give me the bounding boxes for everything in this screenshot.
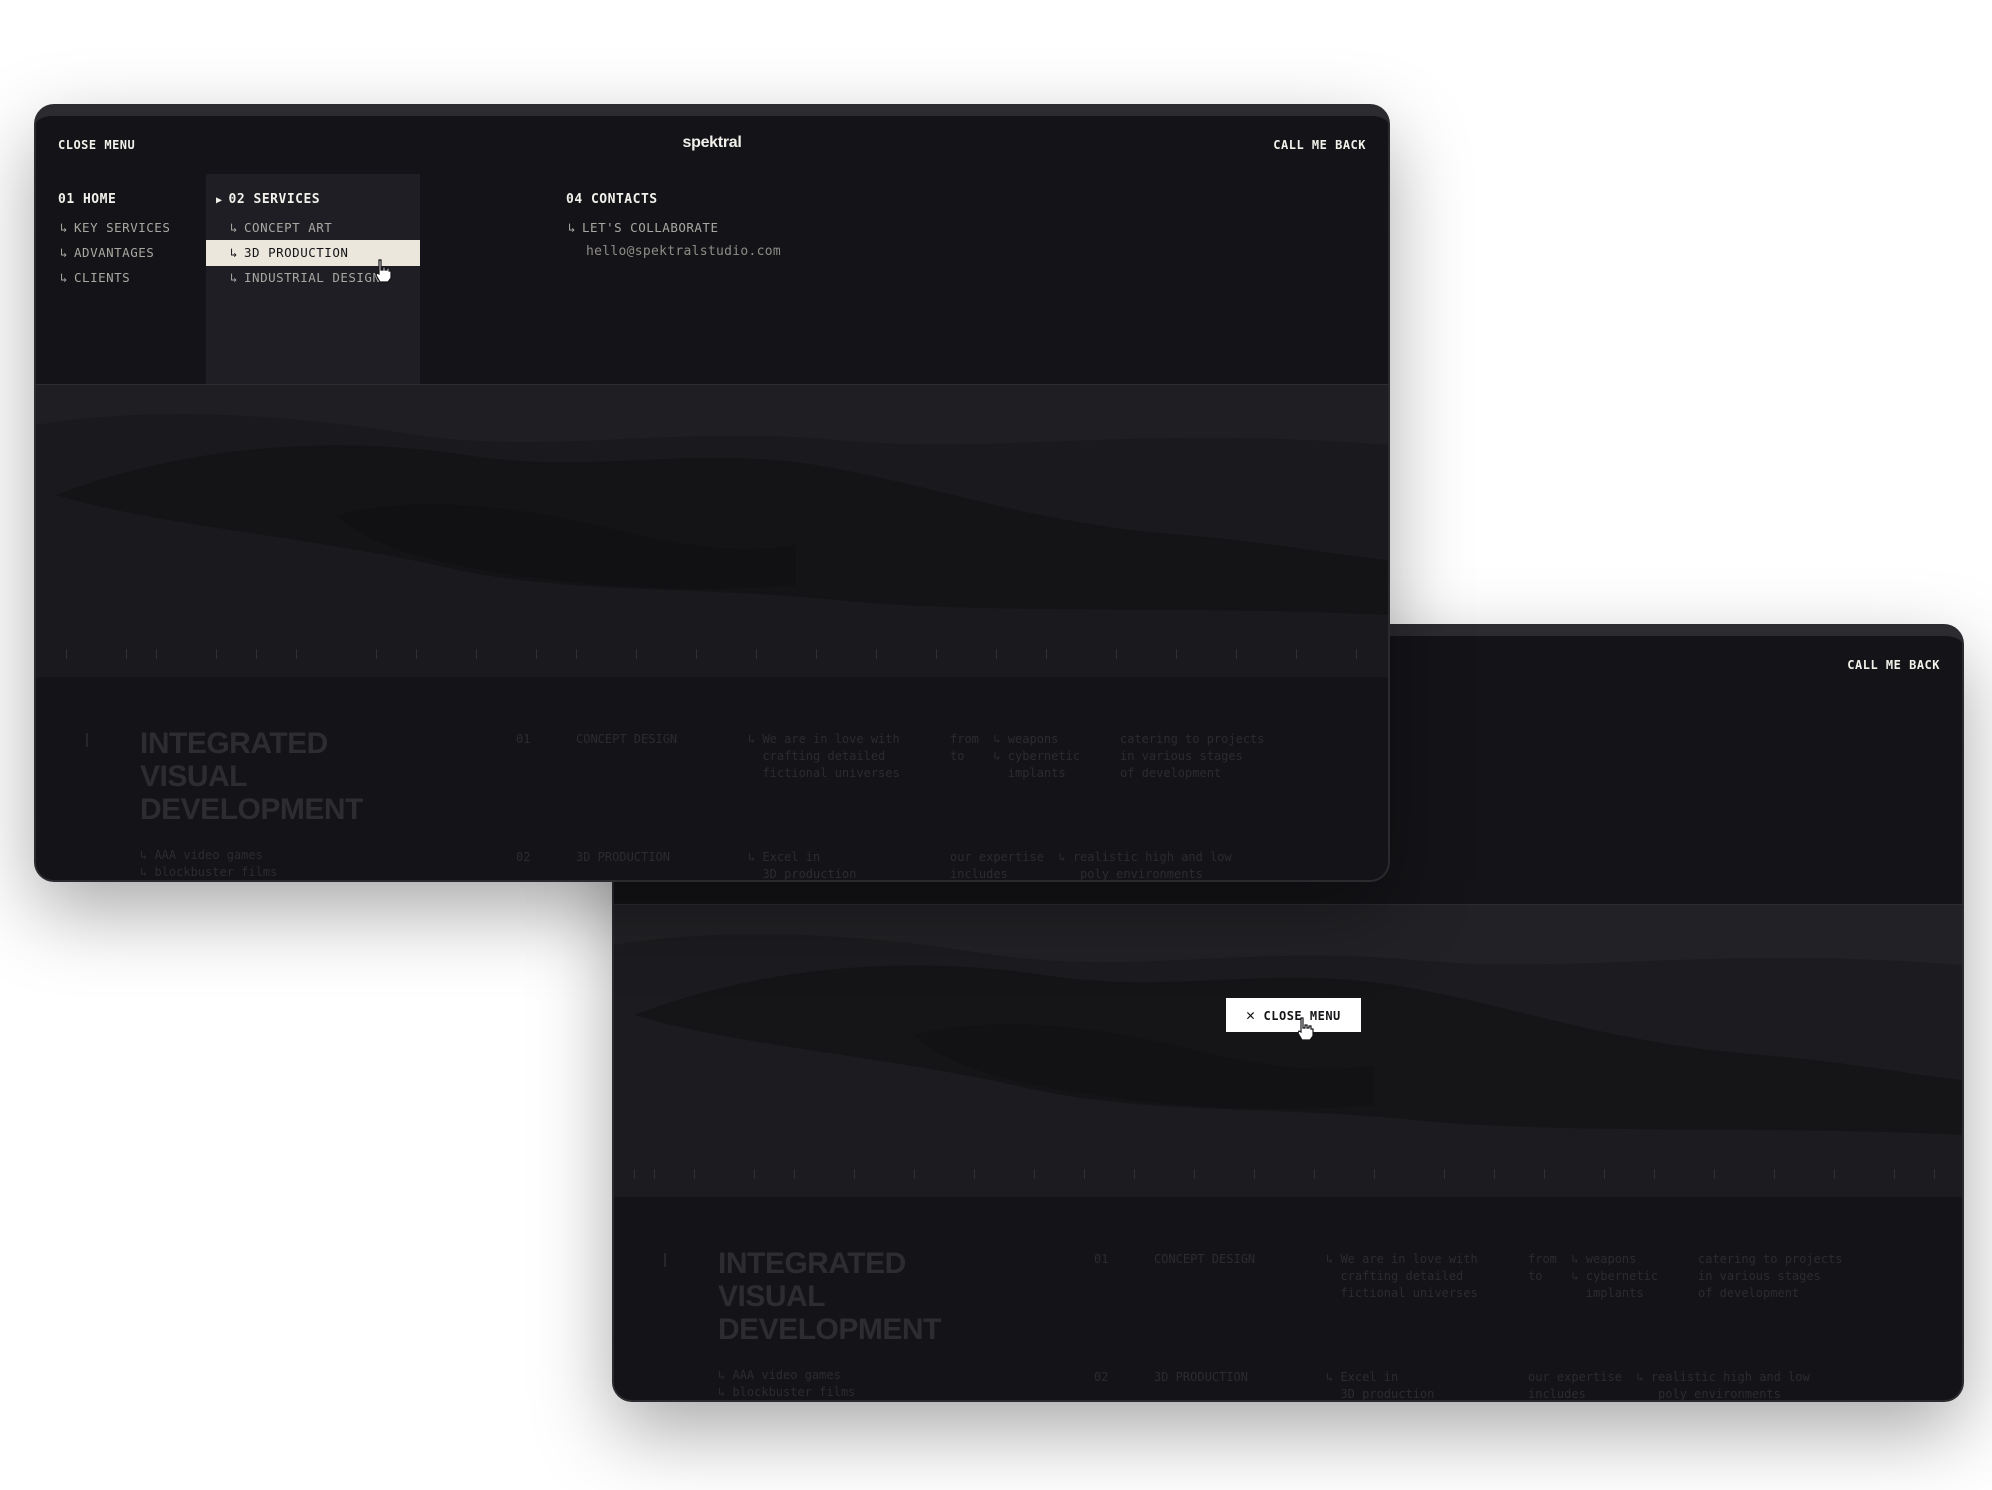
nav-lets-collaborate[interactable]: ↳ LET'S COLLABORATE (568, 220, 718, 235)
row-desc: ↳ Excel in 3D production (748, 850, 857, 880)
row-num: 02 (1094, 1370, 1109, 1384)
triangle-right-icon: ▶ (216, 195, 223, 206)
section-subtitle: ↳ AAA video games ↳ blockbuster films (140, 848, 278, 879)
window-menu-open: CLOSE MENU spektral CALL ME BACK 01 HOME… (36, 106, 1388, 880)
nav-key-services[interactable]: ↳ KEY SERVICES (60, 220, 170, 235)
nav-industrial-design[interactable]: ↳ INDUSTRIAL DESIGN (230, 270, 380, 285)
services-section: INTEGRATED VISUAL DEVELOPMENT ↳ AAA video … (614, 1197, 1962, 1400)
row-name: CONCEPT DESIGN (576, 732, 678, 746)
contact-email-link[interactable]: hello@spektralstudio.com (586, 244, 781, 259)
close-icon: ✕ (1246, 1006, 1256, 1024)
brand-logo[interactable]: spektral (683, 134, 742, 152)
row-range: our expertise ↳ realistic high and low i… (1528, 1370, 1810, 1400)
section-marker (664, 1253, 666, 1267)
hero-image (614, 905, 1962, 1197)
row-num: 02 (516, 850, 531, 864)
row-desc: ↳ We are in love with crafting detailed … (748, 732, 900, 780)
call-me-back-link[interactable]: CALL ME BACK (1847, 658, 1940, 672)
section-title: INTEGRATED VISUAL DEVELOPMENT (140, 727, 363, 826)
section-title: INTEGRATED VISUAL DEVELOPMENT (718, 1247, 941, 1346)
row-range: from ↳ weapons to ↳ cybernetic implants (1528, 1252, 1659, 1300)
row-range: from ↳ weapons to ↳ cybernetic implants (950, 732, 1081, 780)
nav-home[interactable]: 01 HOME (58, 192, 116, 207)
row-name: 3D PRODUCTION (576, 850, 670, 864)
nav-concept-art[interactable]: ↳ CONCEPT ART (230, 220, 332, 235)
nav-contacts[interactable]: 04 CONTACTS (566, 192, 658, 207)
row-note: catering to projects in various stages o… (1698, 1252, 1843, 1300)
services-section: INTEGRATED VISUAL DEVELOPMENT ↳ AAA video … (36, 677, 1388, 880)
row-num: 01 (516, 732, 531, 746)
hero-image (36, 385, 1388, 677)
row-range: our expertise ↳ realistic high and low i… (950, 850, 1232, 880)
nav-services[interactable]: ▶ 02 SERVICES (216, 192, 320, 207)
hand-cursor-icon (375, 259, 392, 283)
top-bar: CLOSE MENU spektral CALL ME BACK (36, 116, 1388, 175)
row-name: 3D PRODUCTION (1154, 1370, 1248, 1384)
nav-advantages[interactable]: ↳ ADVANTAGES (60, 245, 154, 260)
timeline-ruler (36, 647, 1388, 659)
row-desc: ↳ Excel in 3D production (1326, 1370, 1435, 1400)
section-subtitle: ↳ AAA video games ↳ blockbuster films (718, 1368, 856, 1399)
call-me-back-link[interactable]: CALL ME BACK (1273, 138, 1366, 152)
row-note: catering to projects in various stages o… (1120, 732, 1265, 780)
row-name: CONCEPT DESIGN (1154, 1252, 1256, 1266)
timeline-ruler (614, 1167, 1962, 1179)
landscape-image (36, 385, 1388, 677)
nav-clients[interactable]: ↳ CLIENTS (60, 270, 130, 285)
mega-menu: 01 HOME ↳ KEY SERVICES ↳ ADVANTAGES ↳ CLIEN… (36, 174, 1388, 385)
row-num: 01 (1094, 1252, 1109, 1266)
hand-cursor-icon (1297, 1017, 1314, 1041)
close-menu-link[interactable]: CLOSE MENU (58, 138, 135, 152)
section-marker (86, 733, 88, 747)
landscape-image (614, 905, 1962, 1197)
row-desc: ↳ We are in love with crafting detailed … (1326, 1252, 1478, 1300)
